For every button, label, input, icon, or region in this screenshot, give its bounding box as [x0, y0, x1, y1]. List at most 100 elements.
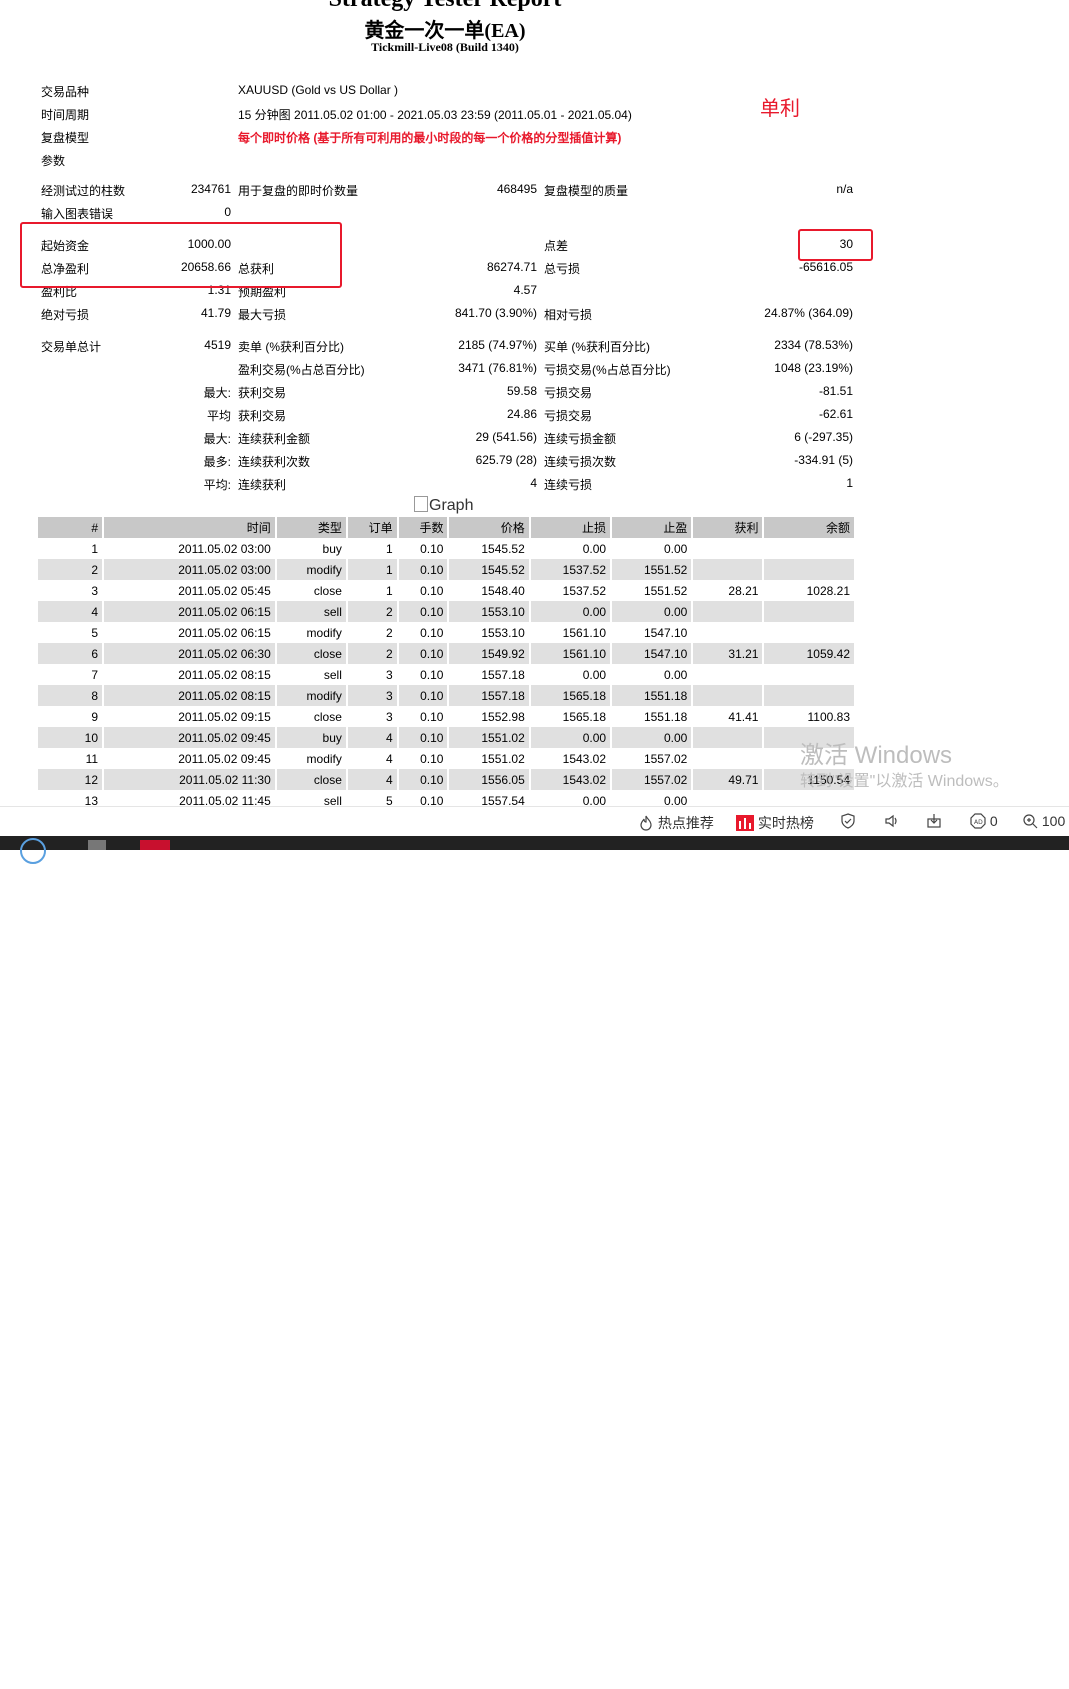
- flame-icon: [640, 815, 652, 831]
- symbol-label: 交易品种: [41, 85, 90, 99]
- reldd-label: 相对亏损: [544, 308, 593, 322]
- bars-label: 经测试过的柱数: [41, 184, 126, 198]
- table-cell: 1553.10: [448, 622, 531, 643]
- zoom-level: 100: [1041, 813, 1066, 829]
- realtime-hot-button[interactable]: 实时热榜: [736, 813, 814, 833]
- table-cell: 1551.18: [611, 706, 694, 727]
- most-a-value: 625.79 (28): [475, 453, 537, 467]
- long-value: 2334 (78.53%): [774, 338, 853, 352]
- max1-b-value: -81.51: [818, 384, 853, 398]
- table-cell: 1551.02: [448, 727, 531, 748]
- speaker-icon: [885, 814, 897, 828]
- table-cell: 0.00: [529, 601, 613, 622]
- table-cell: 1059.42: [763, 643, 856, 664]
- table-cell: 1552.98: [448, 706, 531, 727]
- table-cell: 1537.52: [529, 559, 613, 580]
- zoom-button[interactable]: 100: [1022, 813, 1065, 829]
- params-label: 参数: [41, 154, 66, 168]
- svg-text:AD: AD: [974, 819, 983, 826]
- table-cell: 1537.52: [529, 580, 613, 601]
- table-cell: 1557.18: [448, 685, 531, 706]
- broken-image-icon: [414, 496, 428, 512]
- server-info: Tickmill-Live08 (Build 1340): [371, 40, 519, 54]
- total-value: 4519: [204, 338, 231, 352]
- table-cell: [692, 685, 765, 706]
- table-cell: 8: [38, 685, 105, 706]
- table-row: 6 2011.05.02 06:30 close 2 0.10 1549.92 1561.1…: [38, 643, 856, 664]
- avg2-b-label: 连续亏损: [544, 478, 593, 492]
- col-header: 订单: [346, 517, 399, 538]
- table-cell: 1561.10: [529, 622, 613, 643]
- table-row: 1 2011.05.02 03:00 buy 1 0.10 1545.52 0.00 0.00: [38, 538, 856, 559]
- taskbar-mt4-icon[interactable]: [140, 840, 170, 850]
- max2-b-value: 6 (-297.35): [794, 430, 853, 444]
- download-button[interactable]: [926, 813, 942, 832]
- avg1-a-value: 24.86: [506, 407, 537, 421]
- table-cell: 1565.18: [529, 685, 613, 706]
- table-cell: 4: [346, 748, 399, 769]
- table-cell: 1543.02: [529, 748, 613, 769]
- model-value: 每个即时价格 (基于所有可利用的最小时段的每一个价格的分型插值计算): [238, 131, 622, 145]
- period-value: 15 分钟图 2011.05.02 01:00 - 2021.05.03 23:…: [238, 108, 632, 122]
- table-row: 5 2011.05.02 06:15 modify 2 0.10 1553.10 1561.…: [38, 622, 856, 643]
- table-cell: 0.10: [397, 643, 450, 664]
- table-cell: [692, 727, 765, 748]
- table-cell: 49.71: [692, 769, 765, 790]
- table-cell: [763, 601, 856, 622]
- table-cell: 2011.05.02 09:15: [103, 706, 277, 727]
- table-cell: 1543.02: [529, 769, 613, 790]
- table-cell: 0.10: [397, 685, 450, 706]
- short-label: 卖单 (%获利百分比): [238, 340, 344, 354]
- avg1-b-value: -62.61: [818, 407, 853, 421]
- table-cell: 2: [346, 601, 399, 622]
- table-cell: modify: [275, 559, 348, 580]
- taskbar-app-icon[interactable]: [88, 840, 106, 850]
- adblock-button[interactable]: AD 0: [970, 813, 998, 829]
- table-cell: 1547.10: [611, 622, 694, 643]
- table-cell: 0.00: [529, 727, 613, 748]
- hot-recommend-button[interactable]: 热点推荐: [638, 813, 714, 833]
- period-label: 时间周期: [41, 108, 90, 122]
- shield-button[interactable]: [840, 813, 856, 832]
- table-cell: 2011.05.02 03:00: [103, 538, 277, 559]
- table-cell: [763, 622, 856, 643]
- maxdd-label: 最大亏损: [238, 308, 287, 322]
- absdd-label: 绝对亏损: [41, 308, 90, 322]
- grossprofit-value: 86274.71: [486, 260, 537, 274]
- col-header: 时间: [103, 517, 277, 538]
- start-icon[interactable]: [20, 838, 46, 864]
- table-cell: 1028.21: [763, 580, 856, 601]
- table-cell: close: [275, 580, 348, 601]
- errors-label: 输入图表错误: [41, 207, 114, 221]
- volume-button[interactable]: [884, 813, 900, 832]
- table-cell: 3: [346, 706, 399, 727]
- table-cell: sell: [275, 601, 348, 622]
- most-a-label: 连续获利次数: [238, 455, 311, 469]
- avg2-prefix: 平均:: [203, 478, 231, 492]
- table-cell: 1: [346, 580, 399, 601]
- long-label: 买单 (%获利百分比): [544, 340, 650, 354]
- taskbar: 16:27: [0, 836, 1069, 1689]
- table-cell: buy: [275, 538, 348, 559]
- table-cell: 1100.83: [763, 706, 856, 727]
- table-cell: 1551.02: [448, 748, 531, 769]
- table-row: 9 2011.05.02 09:15 close 3 0.10 1552.98 1565.1…: [38, 706, 856, 727]
- spread-label: 点差: [544, 239, 569, 253]
- table-cell: sell: [275, 664, 348, 685]
- table-cell: 0.10: [397, 664, 450, 685]
- table-cell: 2011.05.02 03:00: [103, 559, 277, 580]
- table-cell: close: [275, 706, 348, 727]
- avg2-a-value: 4: [530, 476, 537, 490]
- table-cell: 1557.18: [448, 664, 531, 685]
- table-row: 7 2011.05.02 08:15 sell 3 0.10 1557.18 0.00 0.0…: [38, 664, 856, 685]
- table-cell: 1557.02: [611, 769, 694, 790]
- col-header: 止损: [529, 517, 613, 538]
- table-row: 11 2011.05.02 09:45 modify 4 0.10 1551.02 1543…: [38, 748, 856, 769]
- table-cell: 1551.52: [611, 580, 694, 601]
- col-header: 手数: [397, 517, 450, 538]
- reldd-value: 24.87% (364.09): [764, 306, 853, 320]
- table-cell: 0.00: [611, 727, 694, 748]
- col-header: 价格: [448, 517, 531, 538]
- table-cell: 3: [346, 685, 399, 706]
- most-b-label: 连续亏损次数: [544, 455, 617, 469]
